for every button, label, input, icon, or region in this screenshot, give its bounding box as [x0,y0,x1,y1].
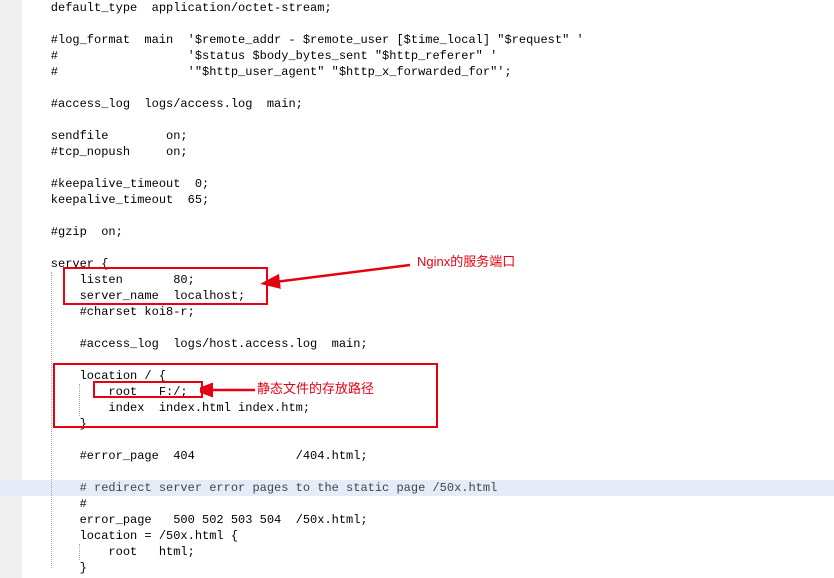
code-line[interactable]: #access_log logs/access.log main; [22,96,834,112]
code-line[interactable]: } [22,560,834,576]
code-line[interactable]: #access_log logs/host.access.log main; [22,336,834,352]
code-line[interactable]: default_type application/octet-stream; [22,0,834,16]
code-line[interactable]: location = /50x.html { [22,528,834,544]
code-line[interactable]: # '$status $body_bytes_sent "$http_refer… [22,48,834,64]
code-content[interactable]: default_type application/octet-stream; #… [22,0,834,578]
code-line[interactable]: #log_format main '$remote_addr - $remote… [22,32,834,48]
code-line[interactable]: server { [22,256,834,272]
code-line[interactable]: root html; [22,544,834,560]
code-line[interactable]: #error_page 404 /404.html; [22,448,834,464]
code-line[interactable]: # redirect server error pages to the sta… [22,480,834,496]
code-line[interactable]: #keepalive_timeout 0; [22,176,834,192]
code-line[interactable]: index index.html index.htm; [22,400,834,416]
code-line[interactable]: #gzip on; [22,224,834,240]
code-line[interactable]: # [22,496,834,512]
code-line[interactable]: keepalive_timeout 65; [22,192,834,208]
code-editor[interactable]: default_type application/octet-stream; #… [0,0,834,578]
code-line[interactable]: } [22,416,834,432]
indent-guide [79,544,80,560]
code-line[interactable]: location / { [22,368,834,384]
code-line[interactable]: sendfile on; [22,128,834,144]
code-line[interactable]: #tcp_nopush on; [22,144,834,160]
code-line[interactable]: error_page 500 502 503 504 /50x.html; [22,512,834,528]
indent-guide [51,272,52,568]
code-line[interactable]: server_name localhost; [22,288,834,304]
indent-guide [79,384,80,416]
code-line[interactable]: # '"$http_user_agent" "$http_x_forwarded… [22,64,834,80]
code-line[interactable]: #charset koi8-r; [22,304,834,320]
code-line[interactable]: listen 80; [22,272,834,288]
code-line[interactable]: root F:/; [22,384,834,400]
